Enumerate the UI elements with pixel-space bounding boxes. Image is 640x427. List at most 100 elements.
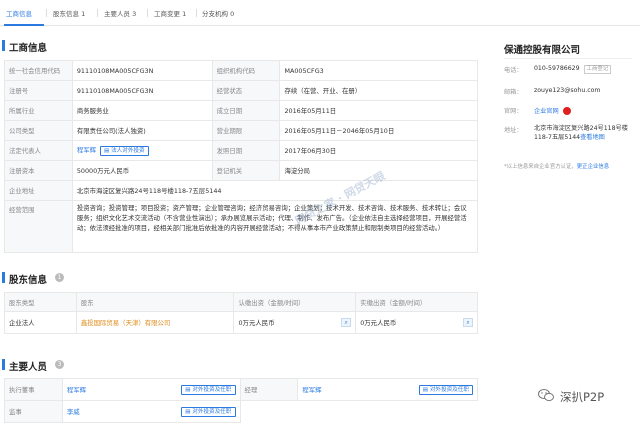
person-link[interactable]: 李威 [67,408,80,416]
person-investment-button[interactable]: ▤ 对外投资及任职 [181,384,236,395]
legal-rep-label: 法定代表人 [4,140,73,161]
personnel-section-title: 主要人员 [9,362,48,373]
footer-note: *以上信息来自企业官方认证， [504,164,577,170]
company-card: 保通控股有限公司 电话： 010-59786629 工商登记 邮箱： zouye1… [494,34,634,176]
legal-rep-cell: 程军辉 ▤ 法人对外投资 [71,140,213,161]
active-tab-indicator [4,24,44,26]
phone-value-wrap: 010-59786629 工商登记 [534,65,612,74]
empty-cell [240,401,298,423]
wechat-icon [538,389,554,402]
credit-code-label: 统一社会信用代码 [4,60,73,81]
role-label: 执行董事 [4,378,63,401]
phone-label: 电话： [504,67,523,74]
org-code-label: 组织机构代码 [211,60,281,81]
search-icon[interactable]: ⌕ [341,318,352,327]
scope-value: 投资咨询；投资管理；项目投资；资产管理；企业管理咨询；经济贸易咨询；企业策划；技… [71,200,479,253]
col-header-type: 股东类型 [4,292,77,312]
person-investment-label: 对外投资及任职 [429,386,469,393]
industry-value: 商务服务业 [71,100,213,121]
section-marker [2,359,5,370]
table-row: 企业法人 鑫投国际贸易（天津）有限公司 0万元人民币 ⌕ 0万元人民币 ⌕ [4,311,478,334]
doc-icon: ▤ [422,386,430,393]
authority-label: 登记机关 [211,160,281,181]
phone-tag: 工商登记 [583,65,612,74]
capital-value: 50000万元人民币 [71,160,213,181]
shareholder-name-cell: 鑫投国际贸易（天津）有限公司 [75,311,235,334]
section-marker [2,40,5,51]
status-label: 经营状态 [211,80,281,101]
table-row: 执行董事 程军辉 ▤ 对外投资及任职 经理 程军辉 ▤ 对外投资及任职 [4,378,478,401]
shareholders-section-title: 股东信息 [9,275,48,286]
personnel-count-badge: 3 [55,360,64,369]
company-type-label: 公司类型 [4,120,73,141]
capital-label: 注册资本 [4,160,73,181]
term-value: 2016年05月11日－2046年05月10日 [279,120,478,141]
person-cell: 李威 ▤ 对外投资及任职 [61,400,241,423]
col-header-subscribed: 认缴出资（金额/时间） [233,292,357,312]
tab-changes[interactable]: 工商变更 1 [154,8,186,18]
tab-divider [97,9,98,17]
search-icon[interactable]: ⌕ [463,318,473,327]
address-label: 地址： [504,127,523,134]
issue-date-label: 发照日期 [211,140,281,161]
company-type-value: 有限责任公司(法人独资) [71,120,213,141]
person-link[interactable]: 程军辉 [302,386,321,394]
tab-business[interactable]: 工商信息 [6,8,32,18]
personnel-table: 执行董事 程军辉 ▤ 对外投资及任职 经理 程军辉 ▤ 对外投资及任职 监事 李威 ▤… [4,378,478,423]
shareholders-count-badge: 1 [55,273,64,282]
email-link[interactable]: zouye123@sohu.com [534,87,600,94]
shareholder-name-link[interactable]: 鑫投国际贸易（天津）有限公司 [81,319,170,327]
brand-label: 深扒P2P [560,390,605,404]
person-investment-button[interactable]: ▤ 对外投资及任职 [418,384,473,395]
subscribed-cell: 0万元人民币 ⌕ [233,311,357,334]
map-link[interactable]: 查看地图 [580,134,605,141]
tab-divider [196,9,197,17]
founded-value: 2016年05月11日 [279,100,478,121]
industry-label: 所属行业 [4,100,73,121]
term-label: 营业期限 [211,120,281,141]
org-code-value: MA005CFG3 [279,60,478,81]
card-footer: *以上信息来自企业官方认证，更正企业信息 [504,162,609,170]
section-marker [2,272,5,283]
paid-cell: 0万元人民币 ⌕ [355,311,478,334]
tab-divider [147,9,148,17]
address-value: 北京市海淀区复兴路24号118号楼118-7五层5144 [71,180,479,201]
tab-branches[interactable]: 分支机构 0 [202,8,234,18]
divider [504,58,632,59]
tab-shareholders[interactable]: 股东信息 1 [53,8,85,18]
tab-bar: 工商信息 股东信息 1 主要人员 3 工商变更 1 分支机构 0 [0,0,640,26]
person-cell: 程军辉 ▤ 对外投资及任职 [61,378,241,401]
credit-code-value: 91110108MA005CFG3N [71,60,213,81]
col-header-paid: 实缴出资（金额/时间） [355,292,478,312]
role-label: 经理 [239,378,299,401]
reg-no-value: 91110108MA005CFG3N [71,80,213,101]
legal-rep-investment-label: 法人对外投资 [111,148,145,154]
col-header-shareholder: 股东 [75,292,235,312]
site-label: 官网： [504,108,523,115]
shareholders-table: 股东类型 股东 认缴出资（金额/时间） 实缴出资（金额/时间） 企业法人 鑫投国… [4,292,478,334]
person-investment-label: 对外投资及任职 [192,386,232,393]
subscribed-value: 0万元人民币 [238,319,275,327]
scope-label: 经营范围 [4,200,73,253]
correct-info-link[interactable]: 更正企业信息 [577,164,609,170]
company-name: 保通控股有限公司 [504,45,581,56]
status-value: 存续（在营、开业、在册） [279,80,478,101]
tab-divider [46,9,47,17]
table-row: 监事 李威 ▤ 对外投资及任职 [4,400,478,423]
person-investment-button[interactable]: ▤ 对外投资及任职 [181,406,236,417]
address-label: 企业地址 [4,180,73,201]
person-link[interactable]: 程军辉 [67,386,86,394]
address-wrap: 北京市海淀区复兴路24号118号楼118-7五层5144查看地图 [534,124,630,142]
legal-rep-link[interactable]: 程军辉 [77,146,96,154]
issue-date-value: 2017年06月30日 [279,140,478,161]
person-investment-label: 对外投资及任职 [192,408,232,415]
legal-rep-investment-button[interactable]: ▤ 法人对外投资 [100,146,149,156]
site-link[interactable]: 企业官网 [534,108,559,115]
verified-site-icon [562,107,571,115]
phone-value: 010-59786629 [534,65,580,72]
tab-personnel[interactable]: 主要人员 3 [104,8,136,18]
person-cell: 程军辉 ▤ 对外投资及任职 [297,378,478,401]
email-label: 邮箱： [504,89,523,96]
business-info-table: 统一社会信用代码 91110108MA005CFG3N 组织机构代码 MA005… [4,60,479,253]
founded-label: 成立日期 [211,100,281,121]
